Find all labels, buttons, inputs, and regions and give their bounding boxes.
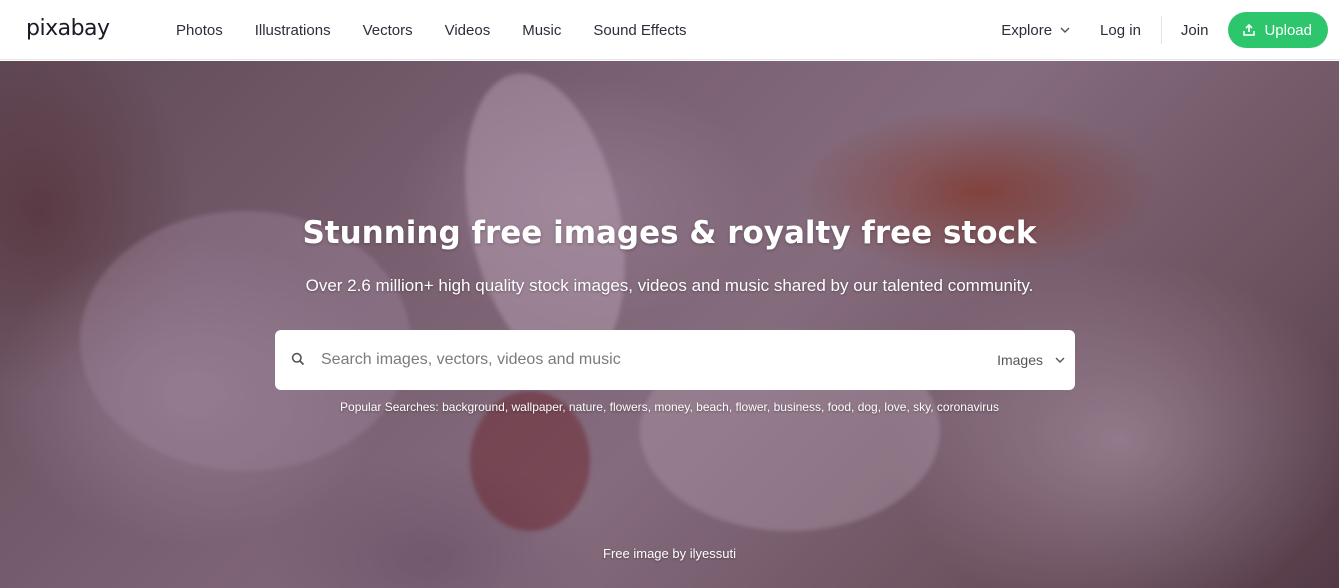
pixabay-logo[interactable]: pixabay (26, 16, 110, 41)
nav-link-videos[interactable]: Videos (445, 22, 491, 39)
popular-search-tag-food[interactable]: food (828, 400, 851, 414)
search-bar: Images (275, 330, 1075, 390)
popular-search-tag-nature[interactable]: nature (569, 400, 603, 414)
login-link[interactable]: Log in (1100, 22, 1141, 39)
nav-link-photos[interactable]: Photos (176, 22, 223, 39)
popular-searches-label: Popular Searches: (340, 400, 439, 414)
hero-overlay (0, 61, 1339, 588)
upload-icon (1243, 23, 1256, 36)
popular-search-tag-love[interactable]: love (884, 400, 906, 414)
popular-search-tag-coronavirus[interactable]: coronavirus (937, 400, 999, 414)
hero-headline: Stunning free images & royalty free stoc… (302, 215, 1037, 251)
media-type-select[interactable]: Images (997, 330, 1065, 390)
popular-search-tag-flowers[interactable]: flowers (610, 400, 648, 414)
popular-search-tag-background[interactable]: background (442, 400, 505, 414)
popular-tags-list: background, wallpaper, nature, flowers, … (442, 400, 999, 414)
popular-search-tag-dog[interactable]: dog (858, 400, 878, 414)
search-input[interactable] (321, 340, 961, 380)
join-link[interactable]: Join (1181, 22, 1209, 39)
nav-link-illustrations[interactable]: Illustrations (255, 22, 331, 39)
header-divider (1160, 16, 1162, 44)
popular-search-tag-sky[interactable]: sky (913, 400, 930, 414)
popular-search-tag-business[interactable]: business (774, 400, 821, 414)
main-nav: Photos Illustrations Vectors Videos Musi… (160, 0, 703, 60)
nav-link-music[interactable]: Music (522, 22, 561, 39)
hero-section: Stunning free images & royalty free stoc… (0, 61, 1339, 588)
nav-link-sound-effects[interactable]: Sound Effects (593, 22, 686, 39)
top-nav-bar: pixabay Photos Illustrations Vectors Vid… (0, 0, 1339, 60)
nav-link-vectors[interactable]: Vectors (363, 22, 413, 39)
popular-search-tag-beach[interactable]: beach (696, 400, 729, 414)
popular-search-tag-flower[interactable]: flower (736, 400, 767, 414)
upload-button[interactable]: Upload (1228, 12, 1328, 48)
popular-searches: Popular Searches: background, wallpaper,… (0, 400, 1339, 414)
header-actions: Explore Log in Join Upload (1001, 0, 1328, 60)
upload-label: Upload (1264, 21, 1312, 39)
chevron-down-icon (1055, 357, 1065, 363)
image-credit-link[interactable]: Free image by ilyessuti (0, 546, 1339, 561)
popular-search-tag-money[interactable]: money (654, 400, 689, 414)
popular-search-tag-wallpaper[interactable]: wallpaper (512, 400, 563, 414)
chevron-down-icon (1060, 27, 1070, 33)
explore-menu[interactable]: Explore (1001, 22, 1070, 39)
explore-label: Explore (1001, 21, 1053, 39)
search-icon[interactable] (291, 352, 305, 366)
media-type-label: Images (997, 352, 1043, 368)
hero-subline: Over 2.6 million+ high quality stock ima… (305, 276, 1034, 295)
